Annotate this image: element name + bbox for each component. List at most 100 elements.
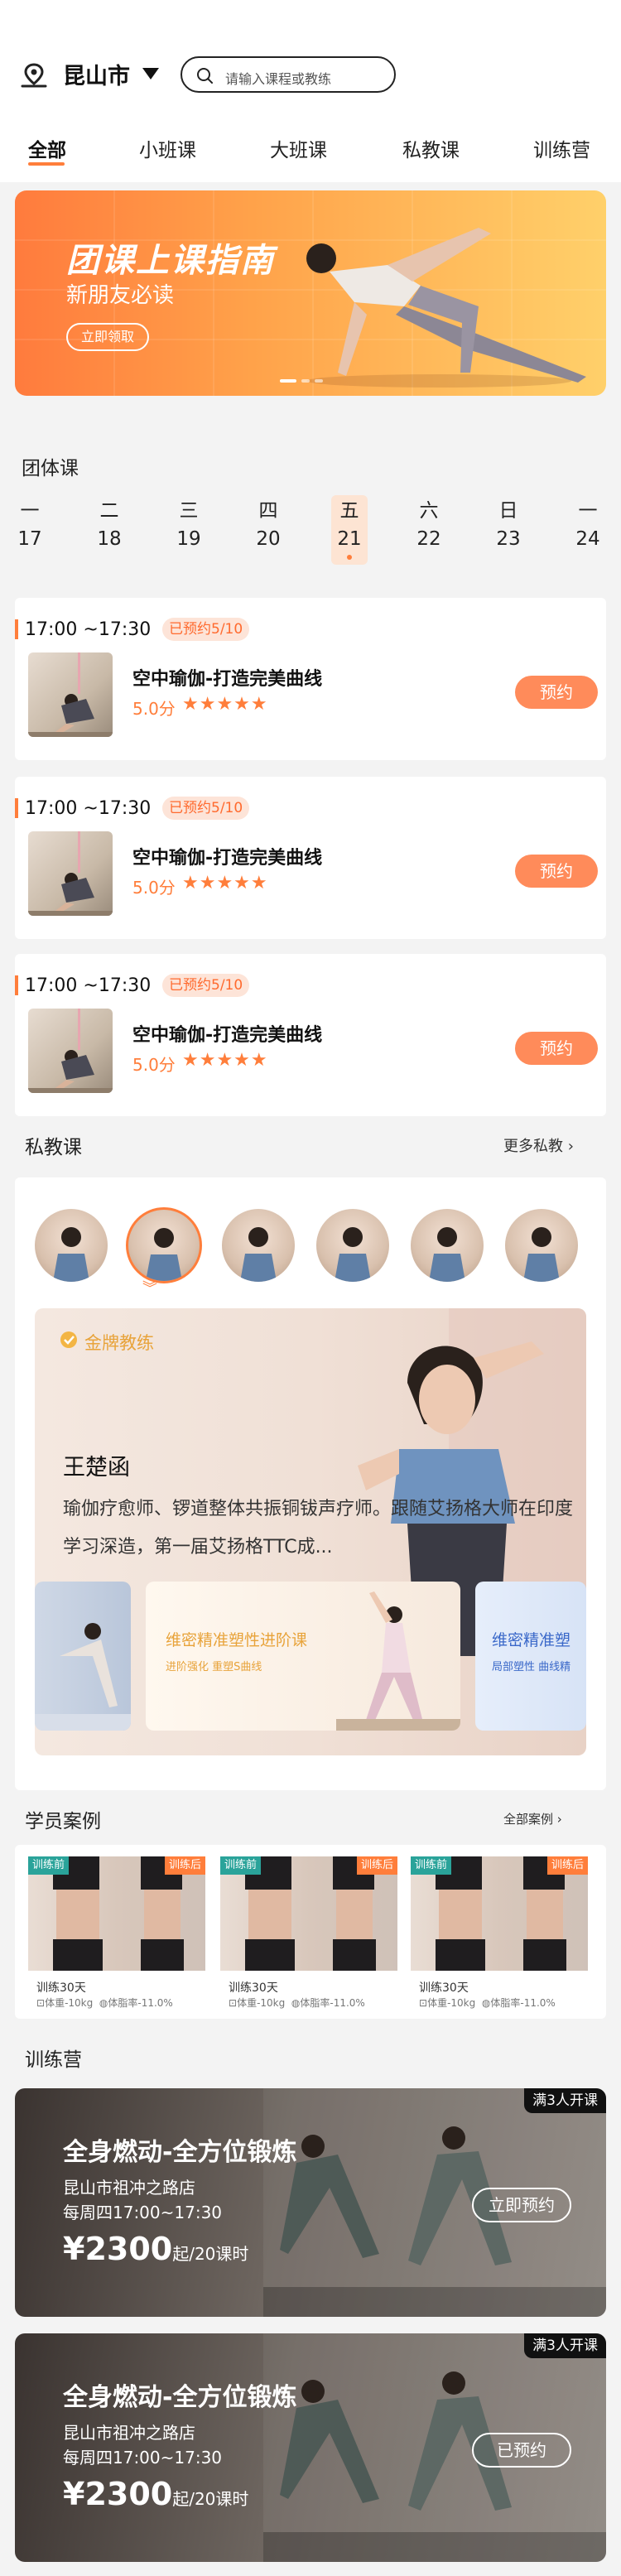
coach-avatar[interactable]	[411, 1209, 484, 1282]
tab-all[interactable]: 全部	[28, 134, 66, 162]
weekday-label: 三	[179, 500, 199, 522]
day-item[interactable]: 四 20	[250, 497, 286, 553]
star-rating-icon: ★★★★★	[182, 694, 268, 715]
tab-small-class[interactable]: 小班课	[139, 134, 196, 162]
day-item[interactable]: 日 23	[490, 497, 527, 553]
weight-change: 体重-10kg	[45, 1997, 94, 2009]
book-button[interactable]: 预约	[515, 1032, 598, 1065]
promo-banner[interactable]: 团课上课指南 新朋友必读 立即领取	[15, 190, 606, 396]
time-marker	[15, 619, 18, 639]
course-score: 5.0分	[132, 699, 176, 719]
weekday-label: 五	[339, 500, 359, 522]
tab-camp[interactable]: 训练营	[533, 134, 590, 162]
student-cases-panel: 训练前 训练后 训练30天 ⊡体重-10kg ◍体脂率-11.0% 训练前 训练…	[15, 1845, 606, 2019]
date-label: 23	[496, 528, 521, 550]
reserved-button[interactable]: 已预约	[472, 2433, 571, 2468]
booking-count-badge: 已预约5/10	[162, 618, 250, 641]
tab-large-class[interactable]: 大班课	[270, 134, 327, 162]
case-card[interactable]: 训练前 训练后 训练30天 ⊡体重-10kg ◍体脂率-11.0%	[28, 1856, 205, 2009]
search-input[interactable]: 请输入课程或教练	[181, 56, 396, 93]
coach-detail-card[interactable]: 金牌教练 王楚函 瑜伽疗愈师、锣道整体共振铜钹声疗师。跟随艾扬格大师在印度学习深…	[35, 1308, 586, 1755]
all-cases-link[interactable]: 全部案例 ›	[503, 1810, 562, 1827]
camp-address: 昆山市祖冲之路店	[63, 2178, 195, 2198]
day-item[interactable]: 三 19	[171, 497, 207, 553]
date-label: 20	[256, 528, 281, 550]
date-label: 24	[575, 528, 600, 550]
coach-avatar-selected[interactable]	[126, 1207, 202, 1283]
camp-schedule: 每周四17:00~17:30	[63, 2448, 223, 2468]
aerial-yoga-photo	[28, 831, 113, 916]
before-tag: 训练前	[411, 1856, 452, 1875]
camp-address: 昆山市祖冲之路店	[63, 2423, 195, 2443]
after-tag: 训练后	[546, 1856, 588, 1875]
coach-description: 瑜伽疗愈师、锣道整体共振铜钹声疗师。跟随艾扬格大师在印度学习深造，第一届艾扬格T…	[63, 1499, 574, 1558]
more-coaches-link[interactable]: 更多私教 ›	[503, 1134, 574, 1156]
date-label: 22	[416, 528, 441, 550]
day-item[interactable]: 一 17	[12, 497, 48, 553]
search-placeholder: 请输入课程或教练	[225, 71, 332, 87]
price-unit: 起/20课时	[172, 2489, 249, 2509]
course-thumbnail	[28, 1009, 113, 1093]
coach-avatar[interactable]	[35, 1209, 108, 1282]
book-button[interactable]: 预约	[515, 855, 598, 888]
caret-down-icon[interactable]	[142, 68, 159, 79]
gold-coach-badge: 金牌教练	[84, 1333, 154, 1353]
date-label: 19	[176, 528, 201, 550]
course-name: 空中瑜伽-打造完美曲线	[132, 848, 323, 869]
case-card[interactable]: 训练前 训练后 训练30天 ⊡体重-10kg ◍体脂率-11.0%	[411, 1856, 588, 2009]
banner-claim-button[interactable]: 立即领取	[66, 323, 149, 351]
weekday-label: 日	[498, 500, 518, 522]
coach-avatar-photo	[523, 1227, 560, 1282]
booking-count-badge: 已预约5/10	[162, 797, 250, 820]
date-label: 18	[97, 528, 122, 550]
course-time: 17:00 ~17:30	[25, 798, 152, 819]
camp-card[interactable]: 满3人开课 全身燃动-全方位锻炼 昆山市祖冲之路店 每周四17:00~17:30…	[15, 2333, 606, 2562]
course-card[interactable]: 17:00 ~17:30 已预约5/10 空中瑜伽-打造完美曲线 5.0分 ★★…	[15, 777, 606, 939]
location-pin-icon[interactable]	[20, 63, 48, 88]
course-card[interactable]: 17:00 ~17:30 已预约5/10 空中瑜伽-打造完美曲线 5.0分 ★★…	[15, 954, 606, 1116]
course-mini-card[interactable]: 维密精准塑 局部塑性 曲线精	[475, 1582, 586, 1731]
day-item-selected[interactable]: 五 21	[331, 495, 368, 565]
day-item[interactable]: 一 24	[570, 497, 606, 553]
camp-price: ¥2300起/20课时	[63, 2231, 248, 2267]
body-icon: ◍	[291, 1997, 301, 2009]
book-button[interactable]: 预约	[515, 676, 598, 709]
time-marker	[15, 798, 18, 818]
body-icon: ◍	[99, 1997, 108, 2009]
coach-avatar[interactable]	[222, 1209, 295, 1282]
course-mini-card[interactable]	[35, 1582, 131, 1731]
day-item[interactable]: 六 22	[411, 497, 447, 553]
weekday-label: 一	[578, 500, 598, 522]
course-mini-card[interactable]: 维密精准塑性进阶课 进阶强化 重塑S曲线	[146, 1582, 460, 1731]
day-item[interactable]: 二 18	[91, 497, 128, 553]
yoga-pose-photo	[336, 1591, 460, 1731]
coach-avatar[interactable]	[505, 1209, 578, 1282]
price-unit: 起/20课时	[172, 2244, 249, 2264]
date-label: 21	[337, 528, 362, 550]
fat-change: 体脂率-11.0%	[300, 1997, 365, 2009]
yoga-woman-photo	[306, 228, 586, 388]
banner-subtitle: 新朋友必读	[66, 283, 175, 308]
date-picker: 一 17 二 18 三 19 四 20 五 21 六 22 日 23 一 24	[0, 495, 621, 571]
coach-avatar[interactable]	[316, 1209, 389, 1282]
reserve-now-button[interactable]: 立即预约	[472, 2188, 571, 2222]
private-coach-title: 私教课	[25, 1137, 82, 1158]
course-name: 空中瑜伽-打造完美曲线	[132, 1025, 323, 1046]
camp-card[interactable]: 满3人开课 全身燃动-全方位锻炼 昆山市祖冲之路店 每周四17:00~17:30…	[15, 2088, 606, 2317]
coach-name: 王楚函	[63, 1455, 130, 1481]
case-card[interactable]: 训练前 训练后 训练30天 ⊡体重-10kg ◍体脂率-11.0%	[220, 1856, 397, 2009]
coach-avatar-photo	[335, 1227, 371, 1282]
search-icon	[197, 68, 213, 84]
before-after-photo: 训练前 训练后	[220, 1856, 397, 1971]
city-selector[interactable]: 昆山市	[63, 58, 130, 90]
camp-name: 全身燃动-全方位锻炼	[63, 2383, 297, 2412]
weekday-label: 二	[99, 500, 119, 522]
course-card[interactable]: 17:00 ~17:30 已预约5/10 空中瑜伽-打造完美曲线 5.0分 ★★…	[15, 598, 606, 760]
tab-private[interactable]: 私教课	[402, 134, 460, 162]
price-value: ¥2300	[63, 2231, 173, 2267]
case-duration: 训练30天	[419, 1981, 469, 1995]
group-course-title: 团体课	[22, 458, 79, 479]
course-name: 空中瑜伽-打造完美曲线	[132, 669, 323, 690]
course-time: 17:00 ~17:30	[25, 619, 152, 640]
gold-medal-icon	[60, 1331, 77, 1348]
